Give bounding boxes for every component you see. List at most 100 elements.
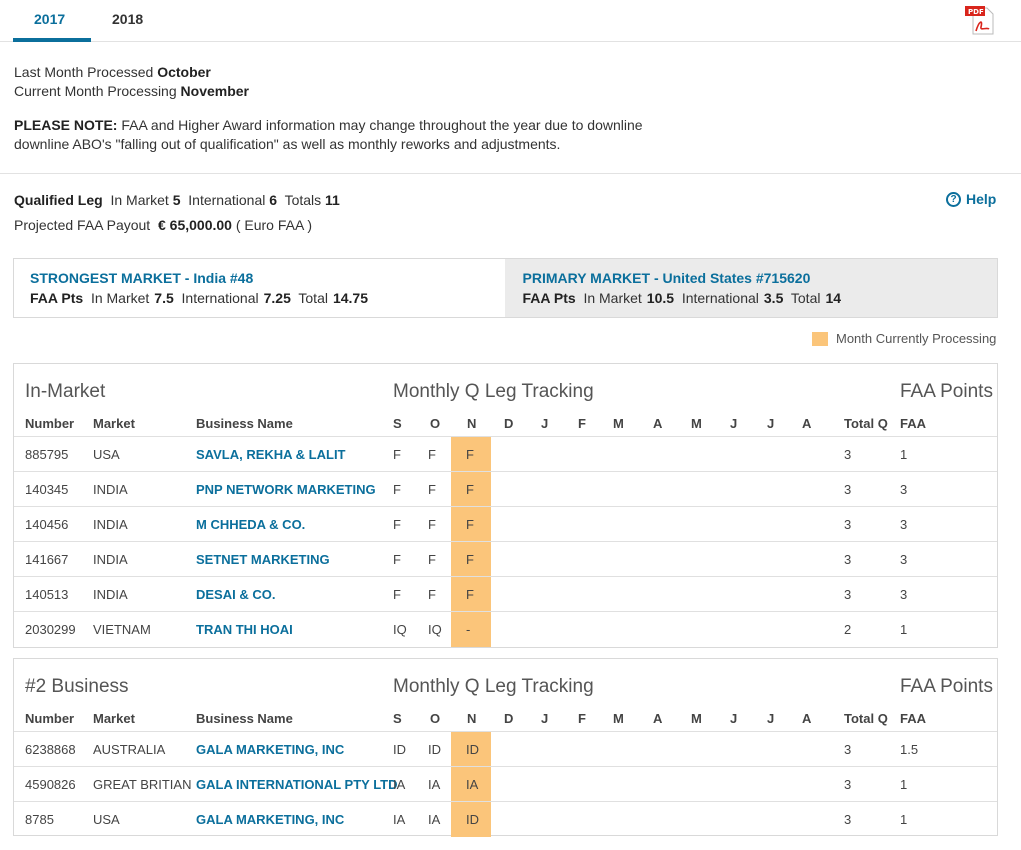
business-name-link[interactable]: GALA MARKETING, INC xyxy=(196,812,344,827)
header-month: O xyxy=(430,416,441,431)
business-name-link[interactable]: SETNET MARKETING xyxy=(196,552,330,567)
header-month: M xyxy=(691,416,702,431)
header-faa: FAA xyxy=(900,416,926,431)
tab-2018[interactable]: 2018 xyxy=(112,11,143,27)
row-divider xyxy=(14,506,997,507)
in-market-value: 10.5 xyxy=(646,290,675,306)
year-tabs: 2017 2018 PDF xyxy=(0,0,1021,42)
primary-market-title[interactable]: PRIMARY MARKET - United States #715620 xyxy=(523,270,982,286)
row-number: 2030299 xyxy=(25,622,76,637)
row-market: INDIA xyxy=(93,482,128,497)
row-month-o: F xyxy=(428,482,436,497)
header-month: J xyxy=(730,416,738,431)
header-total-q: Total Q xyxy=(844,416,888,431)
row-total-q: 3 xyxy=(844,552,852,567)
total-value: 14 xyxy=(825,290,842,306)
row-market: VIETNAM xyxy=(93,622,151,637)
business-name-link[interactable]: TRAN THI HOAI xyxy=(196,622,293,637)
header-month: O xyxy=(430,711,441,726)
header-month: N xyxy=(467,711,477,726)
header-month: N xyxy=(467,416,477,431)
header-month: D xyxy=(504,416,514,431)
second-business-table: #2 Business Monthly Q Leg Tracking FAA Poi… xyxy=(13,658,998,837)
row-month-o: F xyxy=(428,552,436,567)
faa-pts-label: FAA Pts xyxy=(522,290,576,306)
help-label: Help xyxy=(966,191,997,207)
header-month: M xyxy=(613,416,624,431)
row-divider xyxy=(14,731,997,732)
tracking-title: Monthly Q Leg Tracking xyxy=(393,676,594,697)
row-month-s: F xyxy=(393,517,401,532)
row-divider xyxy=(14,766,997,767)
row-faa: 3 xyxy=(900,517,908,532)
row-market: AUSTRALIA xyxy=(93,742,166,757)
row-month-s: F xyxy=(393,447,401,462)
header-month: M xyxy=(613,711,624,726)
row-month-n: F xyxy=(466,552,474,567)
row-number: 141667 xyxy=(25,552,69,567)
header-total-q: Total Q xyxy=(844,711,888,726)
row-number: 140513 xyxy=(25,587,69,602)
row-total-q: 2 xyxy=(844,622,852,637)
legend-label: Month Currently Processing xyxy=(836,331,997,346)
row-market: INDIA xyxy=(93,587,128,602)
row-number: 6238868 xyxy=(25,742,76,757)
business-name-link[interactable]: M CHHEDA & CO. xyxy=(196,517,305,532)
row-month-o: IQ xyxy=(428,622,442,637)
note-line-2: downline ABO's "falling out of qualifica… xyxy=(14,136,561,152)
row-faa: 1 xyxy=(900,777,908,792)
qualified-in-market-value: 5 xyxy=(172,192,181,208)
tab-2017[interactable]: 2017 xyxy=(34,11,65,27)
legend-swatch xyxy=(812,331,828,346)
header-month: J xyxy=(541,711,549,726)
header-business-name: Business Name xyxy=(196,711,293,726)
business-name-link[interactable]: DESAI & CO. xyxy=(196,587,275,602)
projected-suffix: ( Euro FAA ) xyxy=(235,217,313,233)
row-month-s: IA xyxy=(393,777,406,792)
row-market: GREAT BRITIAN xyxy=(93,777,192,792)
strongest-market: STRONGEST MARKET - India #48 FAA Pts In … xyxy=(14,259,505,317)
please-note: PLEASE NOTE: FAA and Higher Award inform… xyxy=(14,116,643,154)
row-total-q: 3 xyxy=(844,812,852,827)
strongest-market-title[interactable]: STRONGEST MARKET - India #48 xyxy=(30,270,489,286)
row-number: 8785 xyxy=(25,812,54,827)
primary-market: PRIMARY MARKET - United States #715620 F… xyxy=(504,259,997,317)
divider xyxy=(0,173,1021,174)
row-faa: 1.5 xyxy=(900,742,919,757)
business-name-link[interactable]: GALA MARKETING, INC xyxy=(196,742,344,757)
help-link[interactable]: ? Help xyxy=(946,191,996,207)
legend: Month Currently Processing xyxy=(812,331,996,346)
row-month-n: - xyxy=(466,622,471,637)
pdf-icon[interactable]: PDF xyxy=(965,5,997,35)
row-faa: 3 xyxy=(900,552,908,567)
qualified-leg: Qualified Leg In Market 5 International … xyxy=(14,191,340,210)
header-month: F xyxy=(578,711,586,726)
projected-label: Projected FAA Payout xyxy=(14,217,151,233)
row-month-o: F xyxy=(428,517,436,532)
business-name-link[interactable]: GALA INTERNATIONAL PTY LTD xyxy=(196,777,398,792)
header-month: J xyxy=(767,711,775,726)
business-name-link[interactable]: PNP NETWORK MARKETING xyxy=(196,482,376,497)
qualified-international-label: International xyxy=(188,192,266,208)
business-name-link[interactable]: SAVLA, REKHA & LALIT xyxy=(196,447,346,462)
faa-pts-label: FAA Pts xyxy=(30,290,84,306)
row-divider xyxy=(14,541,997,542)
row-month-o: IA xyxy=(428,777,441,792)
row-number: 140345 xyxy=(25,482,69,497)
header-business-name: Business Name xyxy=(196,416,293,431)
last-month-value: October xyxy=(157,64,211,80)
faa-points-title: FAA Points xyxy=(900,381,993,402)
header-number: Number xyxy=(25,711,75,726)
primary-market-points: FAA Pts In Market 10.5 International 3.5 T… xyxy=(523,290,982,306)
section-title: #2 Business xyxy=(25,676,129,697)
row-faa: 1 xyxy=(900,622,908,637)
row-divider xyxy=(14,436,997,437)
last-month-label: Last Month Processed xyxy=(14,64,154,80)
strongest-market-points: FAA Pts In Market 7.5 International 7.25 T… xyxy=(30,290,489,306)
processing-info: Last Month Processed October Current Mon… xyxy=(14,63,249,101)
row-month-n: F xyxy=(466,447,474,462)
section-title: In-Market xyxy=(25,381,106,402)
row-month-n: ID xyxy=(466,742,479,757)
projected-payout: Projected FAA Payout € 65,000.00 ( Euro … xyxy=(14,216,312,235)
row-total-q: 3 xyxy=(844,517,852,532)
